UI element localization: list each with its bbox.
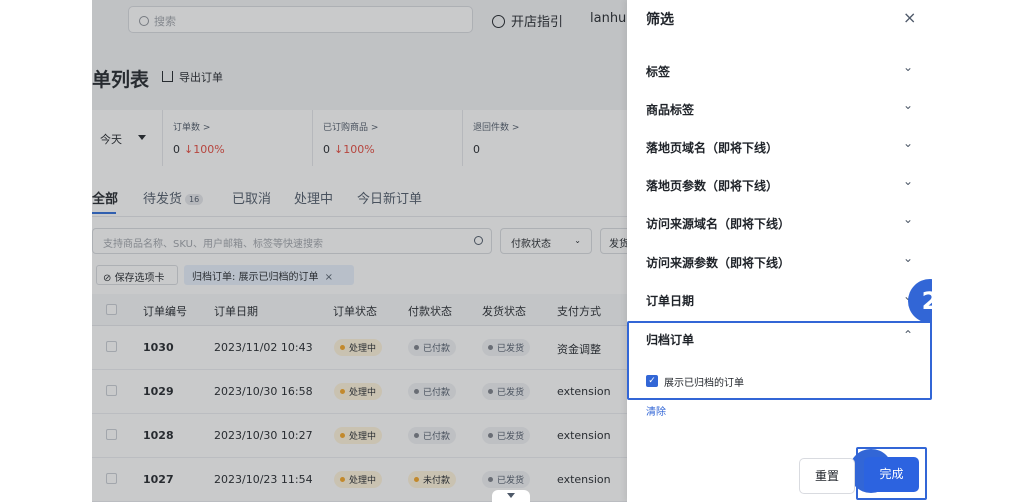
filter-item-product-tags[interactable]: 商品标签 ⌄ (627, 98, 932, 139)
filter-item-label: 访问来源域名（即将下线） (646, 217, 791, 231)
archived-orders-highlight (627, 321, 932, 400)
chevron-down-icon: ⌄ (903, 98, 914, 112)
filter-item-tags[interactable]: 标签 ⌄ (627, 60, 932, 101)
reset-button[interactable]: 重置 (799, 458, 855, 494)
filter-item-landing-domain[interactable]: 落地页域名（即将下线） ⌄ (627, 136, 932, 177)
filter-panel-title: 筛选 (646, 12, 674, 28)
filter-item-referrer-domain[interactable]: 访问来源域名（即将下线） ⌄ (627, 212, 932, 253)
filter-item-referrer-params[interactable]: 访问来源参数（即将下线） ⌄ (627, 251, 932, 292)
filter-panel: 筛选 × 标签 ⌄ 商品标签 ⌄ 落地页域名（即将下线） ⌄ 落地页参数（即将下线） ⌄… (627, 0, 932, 502)
filter-item-label: 标签 (646, 65, 671, 79)
chevron-down-icon: ⌄ (903, 212, 914, 226)
collapse-handle[interactable] (492, 490, 530, 502)
chevron-down-icon: ⌄ (903, 60, 914, 74)
done-button-highlight: 完成 (856, 447, 927, 500)
chevron-down-icon: ⌄ (903, 174, 914, 188)
close-icon[interactable]: × (903, 8, 916, 27)
app-frame: 搜索 开店指引 lanhuo 单列表 导出订单 今天 订单数 > 0↓100% (92, 0, 932, 502)
filter-item-label: 访问来源参数（即将下线） (646, 256, 791, 270)
filter-item-label: 商品标签 (646, 103, 695, 117)
chevron-down-icon: ⌄ (903, 136, 914, 150)
filter-item-label: 落地页域名（即将下线） (646, 141, 779, 155)
filter-item-landing-params[interactable]: 落地页参数（即将下线） ⌄ (627, 174, 932, 215)
clear-filter-link[interactable]: 清除 (646, 403, 666, 418)
modal-backdrop[interactable] (92, 0, 627, 502)
filter-item-label: 订单日期 (646, 294, 695, 308)
done-button[interactable]: 完成 (864, 457, 919, 492)
chevron-down-icon: ⌄ (903, 251, 914, 265)
orders-page: 搜索 开店指引 lanhuo 单列表 导出订单 今天 订单数 > 0↓100% (92, 0, 932, 502)
filter-item-label: 落地页参数（即将下线） (646, 179, 779, 193)
